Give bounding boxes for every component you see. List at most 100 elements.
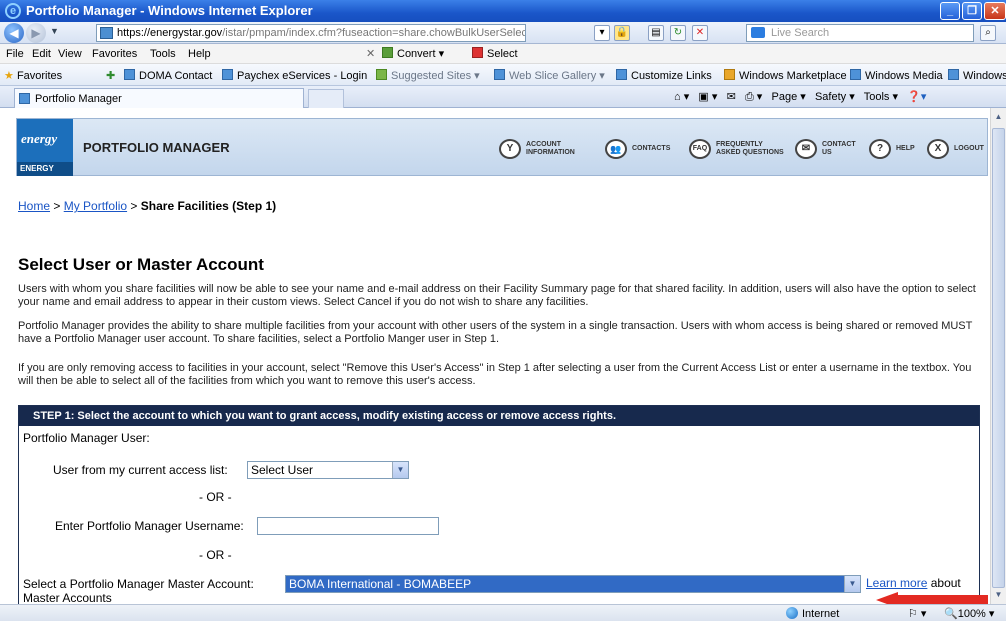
forward-button[interactable]: ▶ [26, 23, 46, 43]
fav-link-paychex[interactable]: Paychex eServices - Login [222, 69, 367, 82]
fav-link-media[interactable]: Windows Media [850, 69, 943, 82]
learn-more-about: about [930, 576, 961, 590]
zoom-control[interactable]: 🔍100% ▾ [944, 607, 994, 620]
breadcrumb: Home > My Portfolio > Share Facilities (… [18, 199, 276, 213]
intro-paragraph-1: Users with whom you share facilities wil… [18, 283, 976, 308]
mail-icon[interactable]: ✉ [727, 91, 736, 103]
refresh-icon[interactable]: ↻ [670, 25, 686, 41]
learn-more: Learn more about [866, 576, 961, 590]
site-header: energy ENERGY STAR PORTFOLIO MANAGER Y A… [16, 118, 988, 187]
add-favorites-icon[interactable]: ✚ [106, 69, 115, 82]
menu-bar: File Edit View Favorites Tools Help ✕ Co… [0, 44, 1006, 64]
help-circle-icon: ? [869, 139, 891, 159]
favorites-button[interactable]: ★ Favorites [4, 69, 62, 82]
live-search-icon [751, 27, 765, 38]
close-toolbar-icon[interactable]: ✕ [366, 47, 375, 60]
stop-icon[interactable]: ✕ [692, 25, 708, 41]
fav-link-windows[interactable]: Windows [948, 69, 1006, 82]
safety-menu[interactable]: Safety ▾ [815, 91, 855, 103]
master-accounts-text: Master Accounts [23, 591, 112, 604]
command-bar: ⌂ ▾ ▣ ▾ ✉ ⎙ ▾ Page ▾ Safety ▾ Tools ▾ ❓▾ [674, 90, 926, 104]
menu-favorites[interactable]: Favorites [92, 48, 137, 60]
fav-link-webslice[interactable]: Web Slice Gallery ▾ [494, 69, 605, 82]
username-field[interactable] [257, 517, 439, 535]
status-bar: Internet ⚐ ▾ 🔍100% ▾ [0, 604, 1006, 621]
pm-user-label: Portfolio Manager User: [23, 431, 150, 445]
nav-label: CONTACTS [632, 145, 671, 152]
recent-pages-icon[interactable]: ▼ [50, 26, 59, 36]
logout-icon: X [927, 139, 949, 159]
master-account-select[interactable]: BOMA International - BOMABEEP ▼ [285, 575, 861, 593]
maximize-button[interactable]: ❐ [962, 2, 982, 20]
nav-label-2: US [822, 149, 832, 156]
favorites-star-icon: ★ [4, 70, 14, 82]
address-field[interactable]: https://energystar.gov/istar/pmpam/index… [96, 24, 526, 42]
select-button[interactable]: Select [472, 47, 518, 60]
favorites-label: Favorites [16, 70, 63, 82]
page-icon [124, 69, 135, 80]
tab-bar: Portfolio Manager ⌂ ▾ ▣ ▾ ✉ ⎙ ▾ Page ▾ S… [0, 86, 1006, 108]
address-dropdown-icon[interactable]: ▾ [594, 25, 610, 41]
feeds-icon[interactable]: ▣ ▾ [698, 91, 717, 103]
internet-zone: Internet [786, 607, 839, 620]
close-button[interactable]: ✕ [984, 2, 1006, 20]
page-icon [948, 69, 959, 80]
master-account-label: Select a Portfolio Manager Master Accoun… [23, 577, 254, 591]
menu-edit[interactable]: Edit [32, 48, 51, 60]
compatibility-icon[interactable]: ▤ [648, 25, 664, 41]
page-menu-label: Page [771, 91, 798, 103]
nav-label-2: INFORMATION [526, 149, 575, 156]
scroll-down-icon[interactable]: ▼ [992, 588, 1005, 602]
logo-text: energy [21, 131, 58, 146]
scrollbar-thumb[interactable] [992, 128, 1005, 588]
breadcrumb-current: Share Facilities (Step 1) [140, 199, 277, 213]
fav-link-suggested[interactable]: Suggested Sites ▾ [376, 69, 480, 82]
tab-label: Portfolio Manager [35, 93, 122, 105]
tab-favicon-icon [19, 93, 30, 104]
contacts-icon: 👥 [605, 139, 627, 159]
browser-window: e Portfolio Manager - Windows Internet E… [0, 0, 1006, 621]
access-list-value: Select User [251, 463, 314, 477]
search-icon[interactable]: ⌕ [980, 25, 996, 41]
fav-link-customize[interactable]: Customize Links [616, 69, 712, 82]
title-bar: e Portfolio Manager - Windows Internet E… [0, 0, 1006, 22]
page-icon [494, 69, 505, 80]
new-tab-button[interactable] [308, 89, 344, 108]
home-icon[interactable]: ⌂ ▾ [674, 91, 689, 103]
breadcrumb-my-portfolio[interactable]: My Portfolio [64, 199, 127, 213]
help-icon[interactable]: ❓▾ [907, 91, 926, 103]
fav-link-label: Paychex eServices - Login [237, 70, 368, 82]
menu-tools[interactable]: Tools [150, 48, 176, 60]
tab-portfolio-manager[interactable]: Portfolio Manager [14, 88, 304, 108]
fav-link-doma[interactable]: DOMA Contact [124, 69, 212, 82]
vertical-scrollbar[interactable]: ▲ ▼ [990, 108, 1006, 604]
nav-label: HELP [896, 145, 915, 152]
minimize-button[interactable]: _ [940, 2, 960, 20]
access-list-select[interactable]: Select User ▼ [247, 461, 409, 479]
menu-view[interactable]: View [58, 48, 82, 60]
back-button[interactable]: ◀ [4, 23, 24, 43]
account-icon: Y [499, 139, 521, 159]
fav-link-marketplace[interactable]: Windows Marketplace [724, 69, 847, 82]
chevron-down-icon: ▼ [844, 576, 860, 592]
menu-file[interactable]: File [6, 48, 24, 60]
fav-link-label: Windows Marketplace [739, 70, 847, 82]
tools-menu[interactable]: Tools ▾ [864, 91, 898, 103]
page-menu[interactable]: Page ▾ [772, 91, 806, 103]
ie-logo-icon: e [5, 3, 21, 19]
breadcrumb-home[interactable]: Home [18, 199, 50, 213]
convert-button[interactable]: Convert ▾ [382, 47, 444, 60]
scroll-up-icon[interactable]: ▲ [992, 110, 1005, 124]
step1-panel: STEP 1: Select the account to which you … [18, 405, 980, 604]
menu-help[interactable]: Help [188, 48, 211, 60]
lock-icon[interactable]: 🔒 [614, 25, 630, 41]
intro-paragraph-3: If you are only removing access to facil… [18, 362, 972, 387]
nav-label: LOGOUT [954, 145, 984, 152]
search-input[interactable]: Live Search [746, 24, 974, 42]
username-label: Enter Portfolio Manager Username: [55, 519, 244, 533]
learn-more-link[interactable]: Learn more [866, 576, 927, 590]
print-icon[interactable]: ⎙ ▾ [745, 91, 762, 103]
faq-icon: FAQ [689, 139, 711, 159]
protected-mode-icon[interactable]: ⚐ ▾ [908, 607, 926, 620]
fav-link-label: Web Slice Gallery [509, 70, 597, 82]
